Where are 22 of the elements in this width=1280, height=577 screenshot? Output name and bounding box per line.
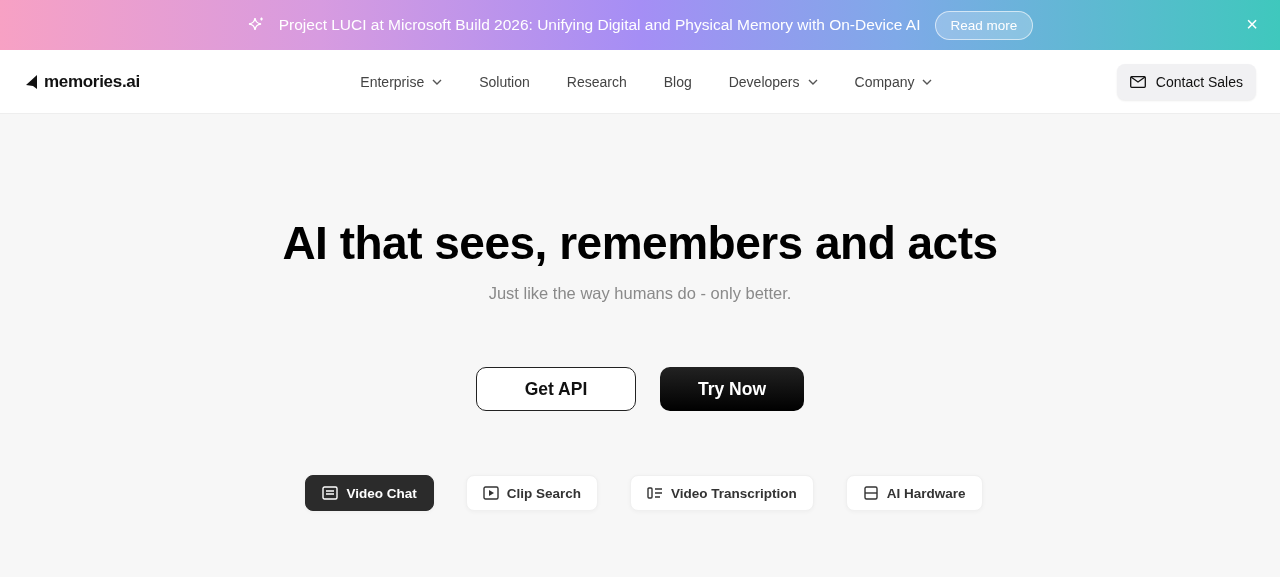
document-icon — [322, 486, 339, 500]
nav-link[interactable]: Enterprise — [360, 73, 443, 90]
nav-link[interactable]: Developers — [728, 73, 818, 90]
try-now-button[interactable]: Try Now — [660, 367, 804, 411]
feature-tab[interactable]: AI Hardware — [845, 475, 983, 511]
nav-link[interactable]: Research — [566, 73, 627, 90]
contact-sales-button[interactable]: Contact Sales — [1116, 63, 1256, 100]
feature-tab[interactable]: Clip Search — [465, 475, 598, 511]
mail-icon — [1129, 75, 1146, 88]
feature-tab[interactable]: Video Transcription — [630, 475, 814, 511]
device-icon — [862, 486, 879, 500]
nav-link[interactable]: Blog — [663, 73, 692, 90]
announcement-text: Project LUCI at Microsoft Build 2026: Unifying Digital and Physical Memory with On-Device AI — [278, 16, 921, 34]
logo-text[interactable]: memories.ai — [44, 71, 140, 92]
nav-link[interactable]: Solution — [479, 73, 530, 90]
get-api-button[interactable]: Get API — [476, 367, 636, 411]
hero-subtitle: Just like the way humans do - only better. — [488, 284, 792, 303]
hero-title: AI that sees, remembers and acts — [282, 216, 998, 270]
feature-tab[interactable]: Video Chat — [305, 475, 434, 511]
nav-link[interactable]: Company — [854, 73, 933, 90]
play-icon — [482, 486, 499, 500]
list-icon — [647, 486, 663, 500]
